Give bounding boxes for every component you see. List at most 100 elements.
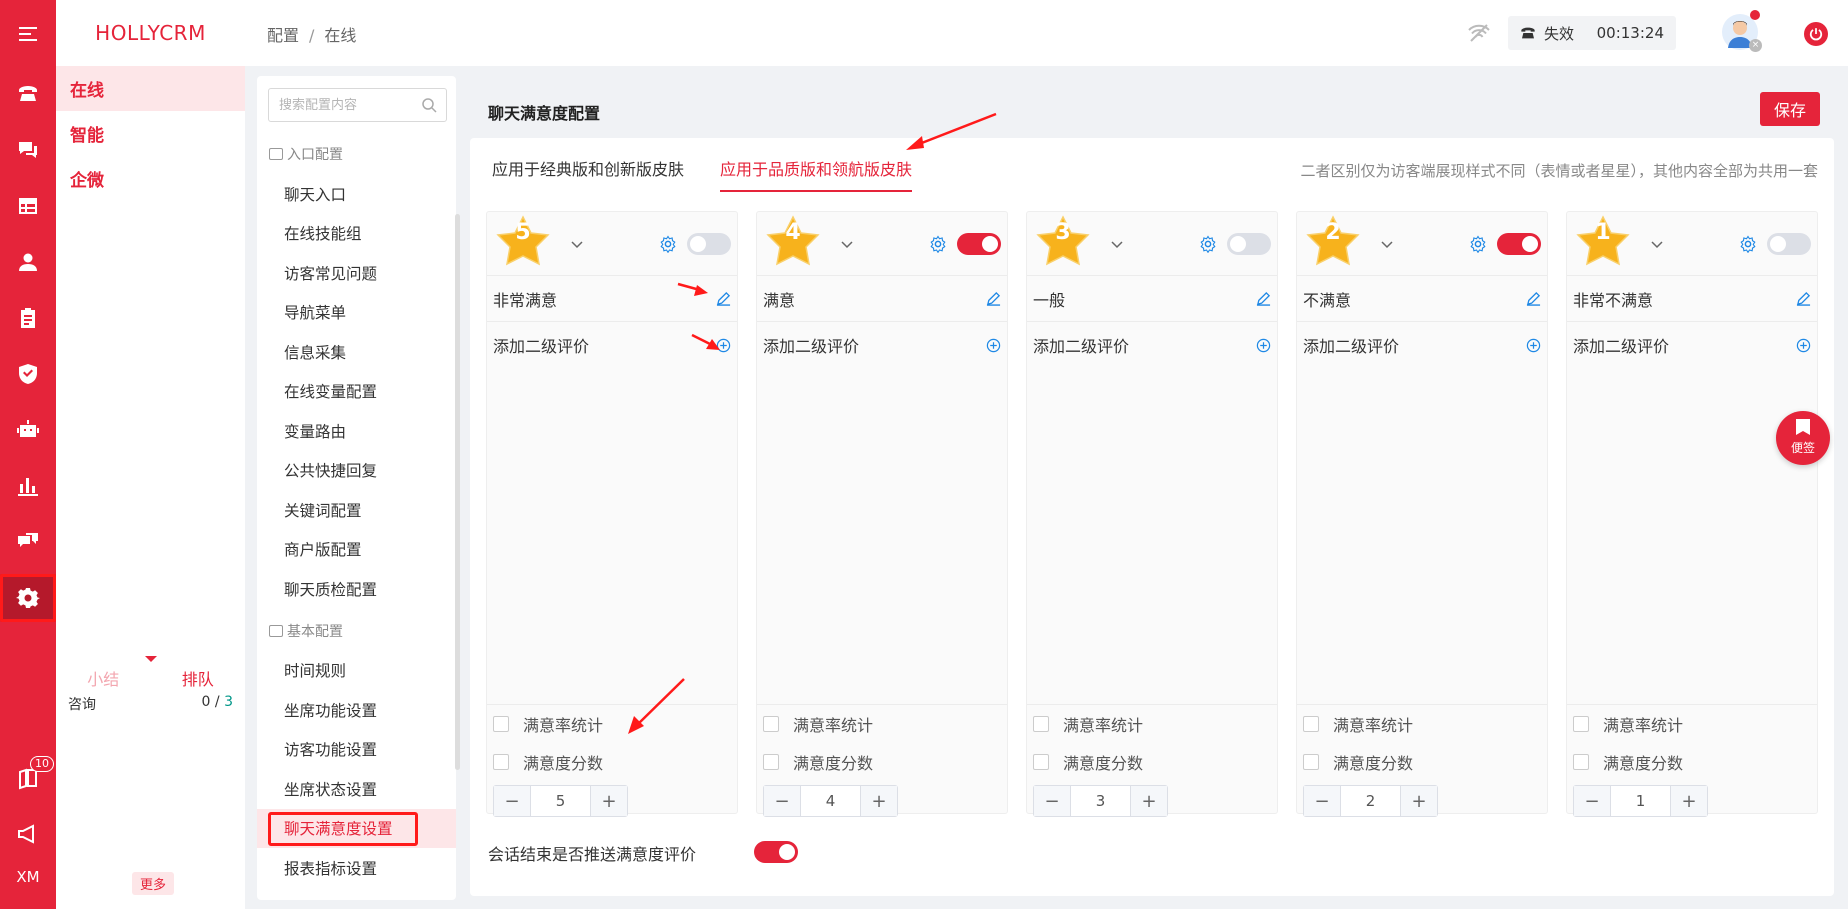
gear-icon[interactable] (929, 234, 947, 253)
edit-icon[interactable] (716, 291, 731, 306)
satisfaction-rate-checkbox[interactable]: 满意率统计 (757, 705, 1007, 743)
satisfaction-rate-checkbox[interactable]: 满意率统计 (1297, 705, 1547, 743)
rating-enable-toggle[interactable] (1767, 232, 1811, 255)
decrement-button[interactable]: − (764, 786, 800, 816)
gear-icon[interactable] (1469, 234, 1487, 253)
satisfaction-score-checkbox[interactable]: 满意度分数 (1297, 743, 1547, 781)
chevron-down-icon[interactable] (1111, 238, 1123, 250)
checkbox-box[interactable] (493, 716, 509, 732)
menu-toggle-icon[interactable] (0, 10, 56, 58)
config-item-time-rules[interactable]: 时间规则 (257, 651, 456, 691)
config-item-skill-group[interactable]: 在线技能组 (257, 214, 456, 254)
checkbox-box[interactable] (493, 754, 509, 770)
score-value[interactable]: 3 (1070, 786, 1131, 816)
config-item-satisfaction[interactable]: 聊天满意度设置 (257, 808, 456, 848)
checkbox-box[interactable] (1303, 754, 1319, 770)
rating-enable-toggle[interactable] (687, 232, 731, 255)
decrement-button[interactable]: − (1304, 786, 1340, 816)
rating-enable-toggle[interactable] (957, 232, 1001, 255)
increment-button[interactable]: + (1401, 786, 1437, 816)
phone-icon[interactable] (0, 70, 56, 118)
config-item-variables[interactable]: 在线变量配置 (257, 372, 456, 412)
gear-icon[interactable] (1739, 234, 1757, 253)
tab-classic-skin[interactable]: 应用于经典版和创新版皮肤 (492, 156, 684, 192)
agent-status[interactable]: 失效 00:13:24 (1508, 16, 1676, 50)
increment-button[interactable]: + (1671, 786, 1707, 816)
config-item-variable-route[interactable]: 变量路由 (257, 411, 456, 451)
increment-button[interactable]: + (1131, 786, 1167, 816)
config-item-agent-status[interactable]: 坐席状态设置 (257, 769, 456, 809)
satisfaction-score-checkbox[interactable]: 满意度分数 (487, 743, 737, 781)
decrement-button[interactable]: − (1034, 786, 1070, 816)
push-toggle[interactable] (754, 841, 798, 863)
tab-quality-skin[interactable]: 应用于品质版和领航版皮肤 (720, 156, 913, 192)
checkbox-box[interactable] (1033, 754, 1049, 770)
decrement-button[interactable]: − (1574, 786, 1610, 816)
config-item-quick-reply[interactable]: 公共快捷回复 (257, 451, 456, 491)
config-item-merchant[interactable]: 商户版配置 (257, 530, 456, 570)
chevron-down-icon[interactable] (571, 238, 583, 250)
grid-icon[interactable] (0, 182, 56, 230)
score-value[interactable]: 2 (1340, 786, 1401, 816)
scrollbar[interactable] (455, 214, 460, 770)
config-item-keywords[interactable]: 关键词配置 (257, 490, 456, 530)
user-icon[interactable] (0, 238, 56, 286)
config-item-report-metrics[interactable]: 报表指标设置 (257, 848, 456, 888)
add-circle-icon[interactable] (716, 338, 731, 353)
edit-icon[interactable] (1256, 291, 1271, 306)
chevron-down-icon[interactable] (1381, 238, 1393, 250)
score-value[interactable]: 5 (530, 786, 591, 816)
checkbox-box[interactable] (1033, 716, 1049, 732)
checkbox-box[interactable] (1573, 716, 1589, 732)
checkbox-box[interactable] (763, 716, 779, 732)
add-circle-icon[interactable] (1796, 338, 1811, 353)
robot-icon[interactable] (0, 406, 56, 454)
gear-icon[interactable] (1199, 234, 1217, 253)
rating-enable-toggle[interactable] (1227, 232, 1271, 255)
checkbox-box[interactable] (763, 754, 779, 770)
config-item-faq[interactable]: 访客常见问题 (257, 253, 456, 293)
sticky-note-button[interactable]: 便签 (1776, 411, 1830, 465)
add-circle-icon[interactable] (1526, 338, 1541, 353)
edit-icon[interactable] (1796, 291, 1811, 306)
edit-icon[interactable] (1526, 291, 1541, 306)
satisfaction-rate-checkbox[interactable]: 满意率统计 (1027, 705, 1277, 743)
subnav-item-wecom[interactable]: 企微 (56, 156, 245, 201)
checkbox-box[interactable] (1573, 754, 1589, 770)
increment-button[interactable]: + (861, 786, 897, 816)
tab-summary[interactable]: 小结 (87, 666, 119, 690)
megaphone-icon[interactable] (0, 810, 56, 858)
avatar[interactable]: × (1722, 10, 1762, 52)
book-icon[interactable]: 10 (0, 754, 56, 802)
satisfaction-score-checkbox[interactable]: 满意度分数 (1027, 743, 1277, 781)
clipboard-icon[interactable] (0, 294, 56, 342)
satisfaction-score-checkbox[interactable]: 满意度分数 (1567, 743, 1817, 781)
satisfaction-rate-checkbox[interactable]: 满意率统计 (1567, 705, 1817, 743)
chat-icon[interactable] (0, 126, 56, 174)
decrement-button[interactable]: − (494, 786, 530, 816)
score-value[interactable]: 1 (1610, 786, 1671, 816)
subnav-item-online[interactable]: 在线 (56, 66, 245, 111)
rating-enable-toggle[interactable] (1497, 232, 1541, 255)
satisfaction-rate-checkbox[interactable]: 满意率统计 (487, 705, 737, 743)
bar-chart-icon[interactable] (0, 462, 56, 510)
subnav-item-smart[interactable]: 智能 (56, 111, 245, 156)
tab-queue[interactable]: 排队 (182, 666, 214, 690)
chevron-down-icon[interactable] (1651, 238, 1663, 250)
add-circle-icon[interactable] (986, 338, 1001, 353)
config-item-qa[interactable]: 聊天质检配置 (257, 569, 456, 609)
breadcrumb-config[interactable]: 配置 (267, 26, 299, 45)
edit-icon[interactable] (986, 291, 1001, 306)
gear-icon[interactable] (0, 574, 56, 622)
score-value[interactable]: 4 (800, 786, 861, 816)
satisfaction-score-checkbox[interactable]: 满意度分数 (757, 743, 1007, 781)
messages-icon[interactable] (0, 518, 56, 566)
config-item-visitor-features[interactable]: 访客功能设置 (257, 730, 456, 770)
chevron-down-icon[interactable] (841, 238, 853, 250)
more-button[interactable]: 更多 (132, 872, 175, 895)
gear-icon[interactable] (659, 234, 677, 253)
checkbox-box[interactable] (1303, 716, 1319, 732)
shield-icon[interactable] (0, 350, 56, 398)
config-item-agent-features[interactable]: 坐席功能设置 (257, 690, 456, 730)
power-icon[interactable] (1804, 22, 1828, 46)
